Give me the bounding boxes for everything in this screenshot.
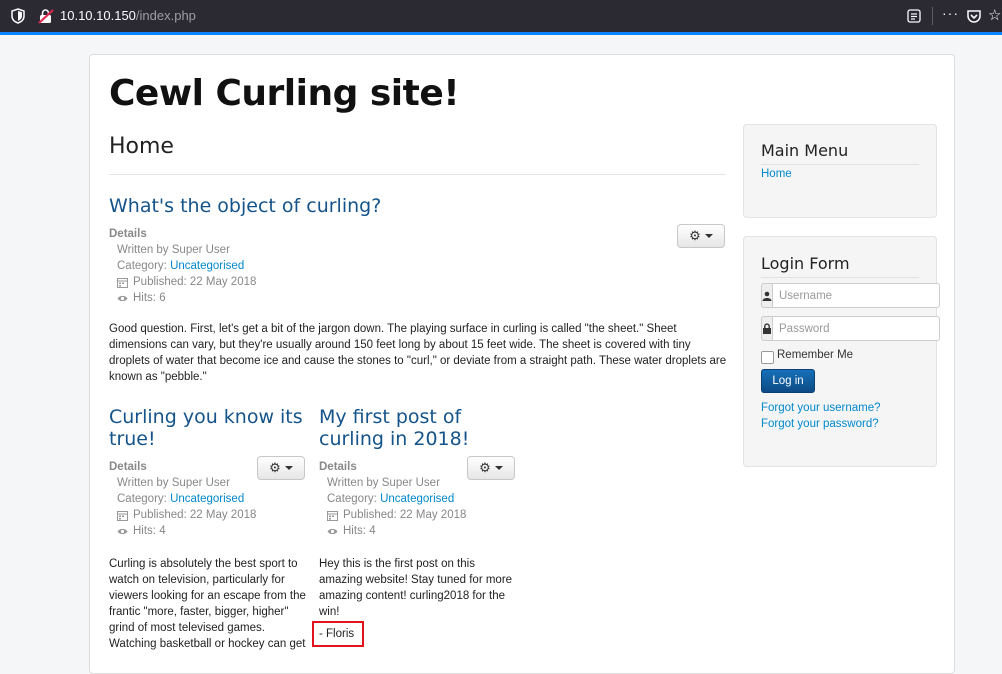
author-text: Written by Super User — [117, 244, 230, 256]
article-body: Hey this is the first post on this amazi… — [319, 558, 513, 618]
category-link[interactable]: Uncategorised — [170, 260, 244, 272]
calendar-icon — [117, 510, 128, 521]
article-published: Published: 22 May 2018 — [109, 274, 256, 290]
menu-item-home[interactable]: Home — [761, 168, 792, 180]
login-button[interactable]: Log in — [761, 369, 815, 393]
article-title[interactable]: What's the object of curling? — [109, 195, 629, 217]
author-text: Written by Super User — [327, 477, 440, 489]
eye-icon — [117, 528, 128, 534]
module-title: Main Menu — [761, 141, 849, 160]
page-heading: Home — [109, 134, 174, 159]
category-label: Category: — [117, 260, 171, 272]
pocket-icon[interactable] — [966, 8, 982, 24]
article-published: Published: 22 May 2018 — [319, 507, 466, 523]
category-label: Category: — [327, 493, 381, 505]
gear-icon: ⚙ — [689, 228, 701, 243]
calendar-icon — [117, 277, 128, 288]
divider — [761, 277, 919, 278]
page-container: Cewl Curling site! Home What's the objec… — [89, 54, 955, 674]
chevron-down-icon — [494, 466, 503, 470]
category-link[interactable]: Uncategorised — [380, 493, 454, 505]
article-details: Details Written by Super User Category: … — [109, 459, 256, 539]
browser-url-bar: 10.10.10.150/index.php ··· ☆ — [0, 0, 1002, 32]
signature-text: - Floris — [319, 628, 355, 640]
article-category: Category: Uncategorised — [109, 491, 256, 507]
site-title[interactable]: Cewl Curling site! — [109, 73, 460, 114]
reader-view-icon[interactable] — [907, 9, 921, 23]
insecure-lock-icon[interactable] — [38, 8, 54, 24]
chevron-down-icon — [704, 234, 713, 238]
highlighted-signature: - Floris — [312, 621, 364, 647]
category-link[interactable]: Uncategorised — [170, 493, 244, 505]
eye-icon — [117, 295, 128, 301]
remember-me-label[interactable]: Remember Me — [777, 349, 853, 361]
divider — [761, 164, 919, 165]
article-author: Written by Super User — [109, 475, 256, 491]
main-menu-module: Main Menu Home — [743, 124, 937, 218]
article-title[interactable]: Curling you know its true! — [109, 406, 309, 450]
article-author: Written by Super User — [319, 475, 466, 491]
user-icon — [761, 283, 772, 308]
article-hits: Hits: 6 — [109, 290, 256, 306]
article-category: Category: Uncategorised — [109, 258, 256, 274]
article-tools-button[interactable]: ⚙ — [677, 224, 725, 248]
details-label: Details — [109, 228, 147, 240]
remember-me: Remember Me — [761, 349, 853, 364]
tab-accent-line — [0, 32, 1002, 35]
bookmark-star-icon[interactable]: ☆ — [988, 6, 1001, 24]
details-label: Details — [109, 461, 147, 473]
shield-icon[interactable] — [11, 8, 25, 24]
remember-me-checkbox[interactable] — [761, 351, 774, 364]
chevron-down-icon — [284, 466, 293, 470]
published-text: Published: 22 May 2018 — [343, 509, 467, 521]
eye-icon — [327, 528, 338, 534]
url-text[interactable]: 10.10.10.150/index.php — [60, 8, 196, 23]
article-body: Good question. First, let's get a bit of… — [109, 323, 727, 383]
page-actions-icon[interactable]: ··· — [942, 5, 959, 21]
url-host: 10.10.10.150 — [60, 8, 136, 23]
login-module: Login Form Remember Me Log in Forgot you… — [743, 236, 940, 467]
gear-icon: ⚙ — [479, 460, 491, 475]
toolbar-separator — [932, 7, 933, 25]
article-category: Category: Uncategorised — [319, 491, 466, 507]
url-path: /index.php — [135, 8, 196, 23]
lock-icon — [761, 316, 772, 341]
details-label: Details — [319, 461, 357, 473]
article-hits: Hits: 4 — [319, 523, 466, 539]
article-author: Written by Super User — [109, 242, 256, 258]
hits-text: Hits: 4 — [133, 525, 166, 537]
article-body: Curling is absolutely the best sport to … — [109, 558, 306, 650]
article-title[interactable]: My first post of curling in 2018! — [319, 406, 519, 450]
username-input[interactable] — [772, 283, 940, 308]
article-tools-button[interactable]: ⚙ — [257, 456, 305, 480]
article-published: Published: 22 May 2018 — [109, 507, 256, 523]
article-details: Details Written by Super User Category: … — [109, 226, 256, 306]
username-field-group — [761, 283, 940, 308]
published-text: Published: 22 May 2018 — [133, 276, 257, 288]
divider — [109, 174, 726, 175]
article-tools-button[interactable]: ⚙ — [467, 456, 515, 480]
published-text: Published: 22 May 2018 — [133, 509, 257, 521]
category-label: Category: — [117, 493, 171, 505]
gear-icon: ⚙ — [269, 460, 281, 475]
hits-text: Hits: 4 — [343, 525, 376, 537]
author-text: Written by Super User — [117, 477, 230, 489]
article-hits: Hits: 4 — [109, 523, 256, 539]
article-details: Details Written by Super User Category: … — [319, 459, 466, 539]
password-input[interactable] — [772, 316, 940, 341]
hits-text: Hits: 6 — [133, 292, 166, 304]
calendar-icon — [327, 510, 338, 521]
forgot-username-link[interactable]: Forgot your username? — [761, 402, 881, 414]
module-title: Login Form — [761, 254, 850, 273]
password-field-group — [761, 316, 940, 341]
forgot-password-link[interactable]: Forgot your password? — [761, 418, 879, 430]
